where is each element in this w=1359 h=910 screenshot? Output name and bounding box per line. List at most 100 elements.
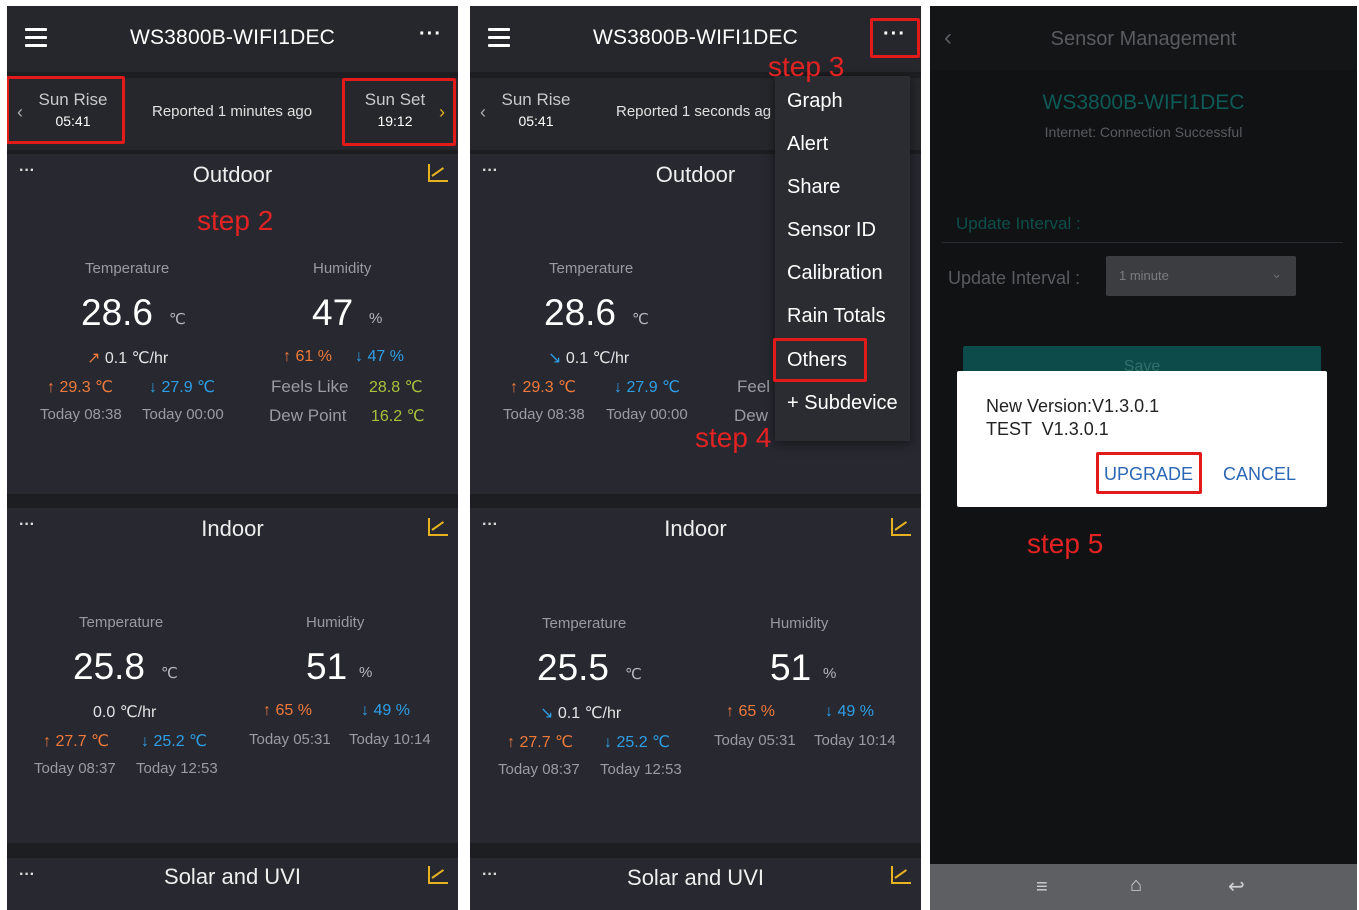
upgrade-dialog: New Version:V1.3.0.1 TEST V1.3.0.1 UPGRA… [957,371,1327,507]
trend-down-icon: ↘ [540,705,554,722]
graph-icon[interactable] [891,518,911,536]
card-title: Indoor [201,516,264,541]
menu-item-rain-totals[interactable]: Rain Totals [787,305,886,328]
menu-item-graph[interactable]: Graph [787,90,843,113]
temp-rate: 0.0 [93,704,116,721]
back-icon[interactable]: ↩ [1228,874,1245,899]
hum-high: ↑ 65 % [726,703,775,720]
menu-item-sensor-id[interactable]: Sensor ID [787,219,876,242]
highlight-others [773,338,867,382]
feels-value: 28.8 ℃ [369,379,423,396]
temp-low: ↓ 25.2 ℃ [604,734,671,751]
reported-text: Reported 1 minutes ago [152,103,313,120]
menu-item-alert[interactable]: Alert [787,133,828,156]
temp-value: 25.5 [537,647,610,688]
top-bar: WS3800B-WIFI1DEC ··· [7,6,458,72]
rate-unit: ℃/hr [592,350,630,367]
card-title: Solar and UVI [164,864,301,889]
hum-low: ↓ 49 % [825,703,874,720]
trend-up-icon: ↗ [87,350,101,367]
temp-low: ↓ 27.9 ℃ [149,379,216,396]
temp-rate-row: ↗ 0.1 ℃/hr [87,348,168,368]
interval-select[interactable]: 1 minute ⌄ [1106,256,1296,296]
sunrise[interactable]: Sun Rise 05:41 [498,90,574,129]
temp-rate-row: ↘ 0.1 ℃/hr [548,348,629,368]
card-title: Solar and UVI [627,865,764,890]
highlight-more-button [870,18,920,58]
interval-label: Update Interval : [948,268,1081,288]
temp-rate-row: ↘ 0.1 ℃/hr [540,703,621,723]
temp-high-time: Today 08:38 [40,406,122,423]
rate-unit: ℃/hr [584,705,622,722]
temp-unit: ℃ [161,665,178,682]
chevron-down-icon: ⌄ [1271,266,1282,281]
panel-home-2: WS3800B-WIFI1DEC ··· ‹ Sun Rise 05:41 Re… [470,6,921,910]
temp-low-time: Today 12:53 [136,760,218,777]
hum-low: ↓ 47 % [355,348,404,365]
temp-low: ↓ 27.9 ℃ [614,379,681,396]
temp-rate-row: 0.0 ℃/hr [93,702,156,722]
menu-item-calibration[interactable]: Calibration [787,262,883,285]
hum-unit: % [369,310,383,327]
sunrise-label: Sun Rise [501,90,571,109]
temp-unit: ℃ [625,666,642,683]
temp-high: ↑ 27.7 ℃ [43,733,110,750]
temp-high-time: Today 08:37 [498,761,580,778]
temp-low-time: Today 12:53 [600,761,682,778]
temp-rate: 0.1 [557,705,581,722]
interval-select-value: 1 minute [1119,268,1169,283]
temp-value: 28.6 [544,292,617,333]
chevron-left-icon[interactable]: ‹ [480,102,486,123]
graph-icon[interactable] [428,518,448,536]
rate-unit: ℃/hr [131,350,169,367]
temp-rate: 0.1 [104,350,128,367]
rate-unit: ℃/hr [119,704,157,721]
temp-high-value: 29.3 ℃ [522,379,577,396]
hum-low-value: 47 % [367,348,404,365]
step-5-label: step 5 [1027,528,1104,559]
dew-label: Dew Point [269,406,347,425]
top-bar: WS3800B-WIFI1DEC ··· [470,6,921,72]
hum-low-time: Today 10:14 [814,732,896,749]
trend-down-icon: ↘ [548,350,562,367]
temp-high: ↑ 27.7 ℃ [507,734,574,751]
temp-high-value: 27.7 ℃ [55,733,110,750]
hum-low-value: 49 % [373,702,410,719]
graph-icon[interactable] [428,866,448,884]
temp-low-value: 27.9 ℃ [161,379,216,396]
graph-icon[interactable] [428,164,448,182]
hum-value: 51 [770,647,812,688]
menu-item-subdevice[interactable]: + Subdevice [787,392,898,415]
divider [942,242,1343,243]
hum-low-time: Today 10:14 [349,731,431,748]
page-title: Sensor Management [1050,28,1237,50]
hum-label: Humidity [306,614,365,631]
solar-card: ··· Solar and UVI [470,858,921,910]
temp-high: ↑ 29.3 ℃ [47,379,114,396]
hum-high-value: 65 % [738,703,775,720]
graph-icon[interactable] [891,866,911,884]
home-icon[interactable]: ⌂ [1130,874,1142,897]
highlight-upgrade [1096,452,1202,494]
temp-unit: ℃ [169,311,186,328]
temp-label: Temperature [549,260,634,277]
temp-low-value: 25.2 ℃ [153,733,208,750]
temp-high-time: Today 08:38 [503,406,585,423]
panel-home-1: WS3800B-WIFI1DEC ··· ‹ Sun Rise 05:41 Re… [7,6,458,910]
temp-label: Temperature [79,614,164,631]
interval-section-header: Update Interval : [956,214,1081,233]
step-3-label: step 3 [768,51,845,82]
recent-apps-icon[interactable]: ≡ [1036,876,1048,899]
cancel-button[interactable]: CANCEL [1223,464,1296,485]
card-title: Indoor [664,516,727,541]
menu-item-share[interactable]: Share [787,176,840,199]
temp-label: Temperature [85,260,170,277]
dialog-version: New Version:V1.3.0.1 [986,396,1160,416]
more-options-icon[interactable]: ··· [419,23,442,46]
device-name: WS3800B-WIFI1DEC [1042,91,1245,114]
indoor-card: ··· Indoor Temperature 25.8 ℃ 0.0 ℃/hr ↑… [7,508,458,843]
hum-unit: % [823,665,837,682]
hum-high-value: 61 % [295,348,332,365]
hum-label: Humidity [313,260,372,277]
feels-label-partial: Feel [737,377,771,396]
